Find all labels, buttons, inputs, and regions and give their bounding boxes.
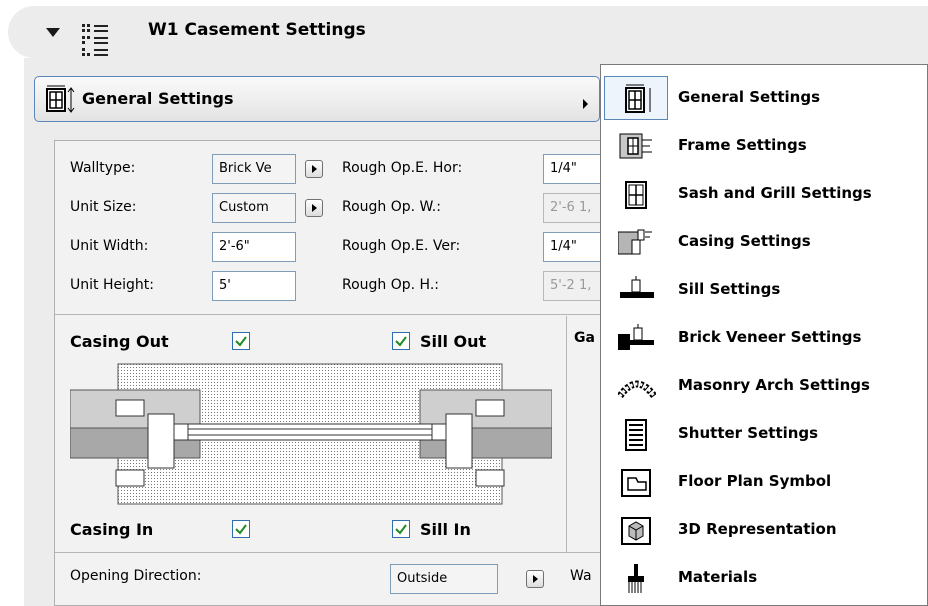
- sill-out-label: Sill Out: [420, 332, 487, 351]
- menu-item-label: General Settings: [678, 88, 821, 106]
- menu-item-label: Materials: [678, 568, 758, 586]
- unit-size-popup-button[interactable]: [305, 199, 323, 217]
- menu-item-shutter-settings[interactable]: Shutter Settings: [602, 410, 928, 458]
- opening-direction-label: Opening Direction:: [70, 568, 202, 584]
- sash-grill-icon: [625, 181, 647, 209]
- general-settings-icon: [625, 84, 651, 113]
- divider: [55, 552, 608, 553]
- menu-item-sill-settings[interactable]: Sill Settings: [602, 266, 928, 314]
- checkmark-icon: [395, 336, 407, 347]
- frame-icon: [619, 133, 652, 159]
- opening-direction-field[interactable]: Outside: [390, 564, 498, 594]
- rough-op-e-hor-field[interactable]: 1/4": [543, 154, 603, 184]
- menu-item-label: Casing Settings: [678, 232, 811, 250]
- 3d-representation-icon: [621, 517, 651, 545]
- menu-item-floor-plan-symbol[interactable]: Floor Plan Symbol: [602, 458, 928, 506]
- menu-item-label: Masonry Arch Settings: [678, 376, 870, 394]
- general-settings-icon: [46, 85, 75, 113]
- menu-item-casing-settings[interactable]: Casing Settings: [602, 218, 928, 266]
- casing-icon: [618, 229, 652, 255]
- menu-item-materials[interactable]: Materials: [602, 554, 928, 602]
- menu-item-frame-settings[interactable]: Frame Settings: [602, 122, 928, 170]
- menu-item-general-settings[interactable]: General Settings: [602, 74, 928, 122]
- casing-out-label: Casing Out: [70, 332, 169, 351]
- divider: [55, 314, 608, 315]
- floor-plan-icon: [621, 469, 651, 497]
- menu-item-3d-representation[interactable]: 3D Representation: [602, 506, 928, 554]
- sill-in-label: Sill In: [420, 520, 471, 539]
- unit-size-label: Unit Size:: [70, 199, 137, 215]
- casing-in-label: Casing In: [70, 520, 154, 539]
- menu-item-label: Sill Settings: [678, 280, 781, 298]
- walltype-popup-button[interactable]: [305, 160, 323, 178]
- divider: [566, 316, 567, 552]
- rough-op-w-label: Rough Op. W.:: [342, 199, 441, 215]
- menu-item-label: Sash and Grill Settings: [678, 184, 872, 202]
- brick-veneer-icon: [618, 324, 654, 350]
- menu-item-label: Brick Veneer Settings: [678, 328, 862, 346]
- sill-in-checkbox[interactable]: [392, 520, 410, 538]
- walltype-label: Walltype:: [70, 160, 136, 176]
- collapse-triangle-icon[interactable]: [46, 28, 60, 37]
- rough-op-h-label: Rough Op. H.:: [342, 277, 440, 293]
- rough-op-h-field: 5'-2 1,: [543, 271, 603, 301]
- menu-item-label: Shutter Settings: [678, 424, 819, 442]
- casing-in-checkbox[interactable]: [232, 520, 250, 538]
- checkmark-icon: [235, 524, 247, 535]
- menu-item-label: 3D Representation: [678, 520, 837, 538]
- shutter-icon: [625, 419, 647, 451]
- page-selector-arrow-icon: [583, 99, 588, 109]
- settings-list-icon: [82, 24, 108, 56]
- unit-height-label: Unit Height:: [70, 277, 154, 293]
- unit-size-field[interactable]: Custom: [212, 193, 296, 223]
- panel-header[interactable]: [8, 6, 928, 58]
- masonry-arch-icon: [618, 380, 656, 399]
- menu-item-sash-grill-settings[interactable]: Sash and Grill Settings: [602, 170, 928, 218]
- rough-op-e-ver-field[interactable]: 1/4": [543, 232, 603, 262]
- unit-width-field[interactable]: 2'-6": [212, 232, 296, 262]
- materials-icon: [628, 564, 644, 593]
- ga-truncated-label: Ga: [574, 330, 595, 346]
- menu-item-brick-veneer-settings[interactable]: Brick Veneer Settings: [602, 314, 928, 362]
- sill-out-checkbox[interactable]: [392, 332, 410, 350]
- menu-item-label: Floor Plan Symbol: [678, 472, 832, 490]
- checkmark-icon: [395, 524, 407, 535]
- opening-direction-popup-button[interactable]: [526, 570, 544, 588]
- unit-width-label: Unit Width:: [70, 238, 149, 254]
- wa-truncated-label: Wa: [570, 568, 592, 584]
- page-selector-label: General Settings: [82, 89, 234, 108]
- rough-op-e-hor-label: Rough Op.E. Hor:: [342, 160, 463, 176]
- rough-op-w-field: 2'-6 1,: [543, 193, 603, 223]
- unit-height-field[interactable]: 5': [212, 271, 296, 301]
- casing-out-checkbox[interactable]: [232, 332, 250, 350]
- rough-op-e-ver-label: Rough Op.E. Ver:: [342, 238, 461, 254]
- sill-icon: [620, 276, 654, 298]
- panel-title: W1 Casement Settings: [148, 20, 366, 40]
- walltype-field[interactable]: Brick Ve: [212, 154, 296, 184]
- menu-item-label: Frame Settings: [678, 136, 807, 154]
- checkmark-icon: [235, 336, 247, 347]
- menu-item-masonry-arch-settings[interactable]: Masonry Arch Settings: [602, 362, 928, 410]
- window-section-drawing: [70, 363, 552, 505]
